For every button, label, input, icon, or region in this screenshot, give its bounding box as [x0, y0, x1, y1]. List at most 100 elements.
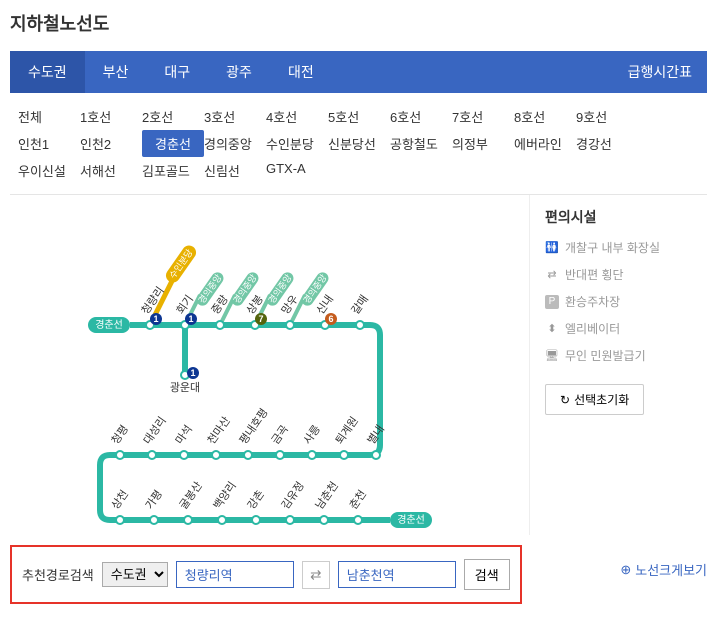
side-panel: 편의시설 🚻 개찰구 내부 화장실 ⇄ 반대편 횡단 P 환승주차장 ⬍ 엘리베… [530, 195, 707, 535]
line-2[interactable]: 2호선 [142, 103, 204, 130]
to-station-input[interactable] [338, 561, 456, 588]
facility-label: 무인 민원발급기 [565, 347, 646, 364]
facility-restroom: 🚻 개찰구 내부 화장실 [545, 239, 707, 256]
zoom-label: 노선크게보기 [635, 560, 707, 579]
restroom-icon: 🚻 [545, 241, 559, 255]
station-branch: 광운대1 [170, 367, 200, 394]
line-gtxa[interactable]: GTX-A [266, 157, 328, 184]
route-search: 추천경로검색 수도권 ⇄ 검색 [10, 545, 522, 604]
search-button[interactable]: 검색 [464, 559, 510, 590]
region-tab-daejeon[interactable]: 대전 [270, 51, 332, 93]
main-area: 경춘선 경춘선 수인분당 청량리1회기1경의중앙중랑경의중앙상봉7경의중앙망우경… [10, 195, 707, 535]
transfer-number: 6 [328, 314, 333, 324]
line-seohae[interactable]: 서해선 [80, 157, 142, 184]
facility-kiosk: 🖥 무인 민원발급기 [545, 347, 707, 364]
from-station-input[interactable] [176, 561, 294, 588]
line-gimpo[interactable]: 김포골드 [142, 157, 204, 184]
station-dot[interactable] [184, 516, 192, 524]
region-tab-busan[interactable]: 부산 [85, 51, 147, 93]
region-tab-gwangju[interactable]: 광주 [208, 51, 270, 93]
reset-selection-button[interactable]: ↻ 선택초기화 [545, 384, 644, 415]
zoom-icon: ⊕ [620, 562, 631, 578]
station-label: 광운대 [170, 381, 200, 394]
station-dot[interactable] [286, 516, 294, 524]
station-label: 남춘천 [312, 479, 341, 512]
station-dot[interactable] [218, 516, 226, 524]
swap-button[interactable]: ⇄ [302, 561, 330, 589]
region-tabs: 수도권 부산 대구 광주 대전 급행시간표 [10, 51, 707, 93]
line-gyeongui[interactable]: 경의중앙 [204, 130, 266, 157]
station-label: 마석 [173, 423, 195, 447]
line-gyeongchun[interactable]: 경춘선 [142, 130, 204, 157]
line-incheon2[interactable]: 인천2 [80, 130, 142, 157]
station-dot[interactable] [286, 321, 294, 329]
cross-icon: ⇄ [545, 268, 559, 282]
station-label: 백양리 [211, 479, 239, 511]
line-uijeongbu[interactable]: 의정부 [452, 130, 514, 157]
station-dot[interactable] [244, 451, 252, 459]
parking-icon: P [545, 295, 559, 309]
facility-label: 개찰구 내부 화장실 [565, 239, 660, 256]
line-incheon1[interactable]: 인천1 [18, 130, 80, 157]
line-all[interactable]: 전체 [18, 103, 80, 130]
line-6[interactable]: 6호선 [390, 103, 452, 130]
station-label: 춘천 [346, 487, 369, 512]
stations-mid: 청평대성리마석천마산평내호평금곡사릉퇴계원별내 [109, 406, 387, 459]
station-dot[interactable] [216, 321, 224, 329]
station-dot[interactable] [276, 451, 284, 459]
station-dot[interactable] [320, 516, 328, 524]
line-airport[interactable]: 공항철도 [390, 130, 452, 157]
facility-label: 반대편 횡단 [565, 266, 624, 283]
swap-icon: ⇄ [310, 567, 321, 583]
station-label: 청평 [109, 423, 131, 447]
station-dot[interactable] [180, 451, 188, 459]
station-dot[interactable] [372, 451, 380, 459]
line-everline[interactable]: 에버라인 [514, 130, 576, 157]
line-name-left: 경춘선 [95, 318, 123, 331]
express-timetable-link[interactable]: 급행시간표 [628, 62, 707, 82]
station-dot[interactable] [252, 516, 260, 524]
line-7[interactable]: 7호선 [452, 103, 514, 130]
facility-label: 엘리베이터 [565, 320, 620, 337]
line-shinbundang[interactable]: 신분당선 [328, 130, 390, 157]
station-dot[interactable] [116, 451, 124, 459]
station-dot[interactable] [212, 451, 220, 459]
line-5[interactable]: 5호선 [328, 103, 390, 130]
line-3[interactable]: 3호선 [204, 103, 266, 130]
route-map-svg: 경춘선 경춘선 수인분당 청량리1회기1경의중앙중랑경의중앙상봉7경의중앙망우경… [10, 195, 530, 535]
station-label: 가평 [143, 488, 165, 512]
zoom-map-link[interactable]: ⊕ 노선크게보기 [620, 560, 707, 579]
elevator-icon: ⬍ [545, 322, 559, 336]
line-1[interactable]: 1호선 [80, 103, 142, 130]
station-dot[interactable] [148, 451, 156, 459]
station-dot[interactable] [116, 516, 124, 524]
line-list: 전체 1호선 2호선 3호선 4호선 5호선 6호선 7호선 8호선 9호선 인… [10, 93, 707, 195]
page-title: 지하철노선도 [10, 10, 707, 36]
station-label: 상천 [108, 487, 131, 512]
station-label: 별내 [365, 423, 387, 447]
station-dot[interactable] [340, 451, 348, 459]
station-label: 굴봉산 [177, 479, 205, 511]
transfer-number: 7 [258, 314, 263, 324]
station-label: 퇴계원 [333, 414, 361, 446]
route-search-label: 추천경로검색 [22, 565, 94, 584]
station-label: 갈매 [348, 292, 371, 317]
region-select[interactable]: 수도권 [102, 562, 168, 587]
station-label: 김유정 [279, 479, 307, 511]
station-dot[interactable] [354, 516, 362, 524]
station-dot[interactable] [150, 516, 158, 524]
line-4[interactable]: 4호선 [266, 103, 328, 130]
region-tab-metro[interactable]: 수도권 [10, 51, 85, 93]
line-8[interactable]: 8호선 [514, 103, 576, 130]
station-dot[interactable] [308, 451, 316, 459]
line-9[interactable]: 9호선 [576, 103, 638, 130]
station-dot[interactable] [356, 321, 364, 329]
refresh-icon: ↻ [560, 393, 570, 407]
facility-cross: ⇄ 반대편 횡단 [545, 266, 707, 283]
line-ui[interactable]: 우이신설 [18, 157, 80, 184]
route-map[interactable]: 경춘선 경춘선 수인분당 청량리1회기1경의중앙중랑경의중앙상봉7경의중앙망우경… [10, 195, 530, 535]
region-tab-daegu[interactable]: 대구 [146, 51, 208, 93]
line-gyeonggang[interactable]: 경강선 [576, 130, 638, 157]
line-sillim[interactable]: 신림선 [204, 157, 266, 184]
line-suinbundang[interactable]: 수인분당 [266, 130, 328, 157]
